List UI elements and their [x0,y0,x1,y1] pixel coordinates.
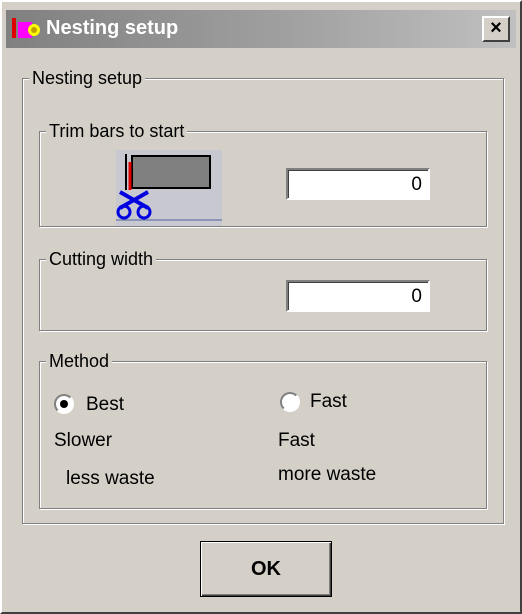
cutting-width-group: Cutting width 0 [39,248,487,331]
method-fast-radio[interactable] [280,392,300,412]
nesting-setup-group-label: Nesting setup [29,67,146,89]
method-fast-label[interactable]: Fast [310,391,347,413]
method-best-radio[interactable] [54,394,74,414]
fast-desc-more-waste: more waste [278,464,377,485]
radio-selected-dot [60,400,68,408]
method-best-label[interactable]: Best [86,394,124,416]
trim-bars-input[interactable]: 0 [286,168,430,200]
trim-bars-group: Trim bars to start 0 [39,120,487,227]
method-group: Method Best Fast Slower Fast less waste … [39,350,487,509]
nesting-setup-group: Nesting setup Trim bars to start 0 Cutti… [22,67,504,524]
trim-bars-label: Trim bars to start [46,120,188,142]
close-button[interactable]: × [482,16,510,42]
best-desc-slower: Slower [54,430,113,451]
fast-desc-fast: Fast [278,430,315,451]
cutting-width-input[interactable]: 0 [286,280,430,312]
best-desc-less-waste: less waste [66,468,155,489]
ok-button[interactable]: OK [200,541,332,597]
cutting-width-label: Cutting width [46,248,157,270]
method-label: Method [46,350,113,372]
trim-bar-scissors-icon [116,150,222,226]
app-icon [12,18,40,38]
title-bar[interactable]: Nesting setup × [6,10,516,48]
dialog-window: Nesting setup × Nesting setup Trim bars … [0,0,522,614]
window-title: Nesting setup [46,17,179,39]
